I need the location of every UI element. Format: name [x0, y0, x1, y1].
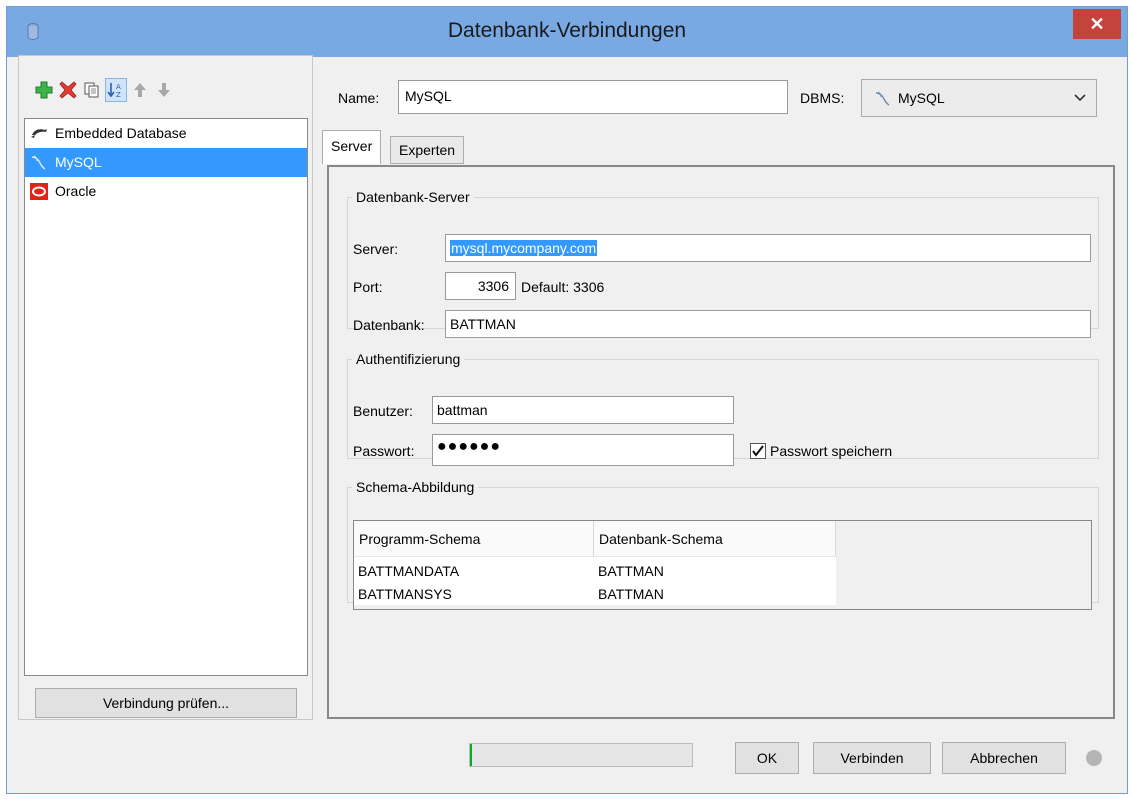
tab-server[interactable]: Server	[322, 130, 382, 164]
sort-az-icon[interactable]: AZ	[105, 78, 127, 102]
ok-button[interactable]: OK	[735, 742, 799, 774]
connect-button[interactable]: Verbinden	[813, 742, 931, 774]
server-label: Server:	[353, 241, 399, 257]
list-item-label: MySQL	[55, 154, 102, 170]
group-legend: Schema-Abbildung	[356, 479, 475, 495]
save-password-label: Passwort speichern	[770, 443, 893, 459]
group-legend: Authentifizierung	[356, 351, 461, 367]
delete-icon[interactable]	[57, 78, 79, 102]
table-cell: BATTMAN	[598, 563, 664, 579]
tab-experten[interactable]: Experten	[390, 136, 465, 164]
column-header-database-schema[interactable]: Datenbank-Schema	[594, 521, 836, 557]
password-label: Passwort:	[353, 443, 415, 459]
database-server-group: Datenbank-Server Server: mysql.mycompany…	[347, 189, 1099, 338]
checkmark-icon	[752, 445, 764, 457]
password-field[interactable]: ●●●●●●	[432, 434, 734, 466]
user-label: Benutzer:	[353, 403, 413, 419]
cancel-button[interactable]: Abbrechen	[942, 742, 1066, 774]
password-value: ●●●●●●	[437, 438, 501, 455]
server-value: mysql.mycompany.com	[450, 240, 598, 256]
save-password-checkbox[interactable]	[750, 443, 766, 459]
chevron-down-icon	[1074, 94, 1086, 102]
group-legend: Datenbank-Server	[356, 189, 470, 205]
close-button[interactable]: ✕	[1073, 9, 1121, 39]
list-item-embedded-database[interactable]: Embedded Database	[25, 119, 307, 148]
column-header-program-schema[interactable]: Programm-Schema	[354, 521, 594, 557]
schema-mapping-group: Schema-Abbildung Programm-Schema Datenba…	[347, 479, 1099, 610]
title-bar[interactable]: Datenbank-Verbindungen ✕	[7, 7, 1127, 57]
help-icon[interactable]	[1086, 750, 1102, 766]
port-default-text: Default: 3306	[521, 279, 605, 295]
move-down-icon[interactable]	[153, 78, 175, 102]
dbms-select[interactable]: MySQL	[861, 79, 1097, 117]
table-cell: BATTMAN	[598, 586, 664, 602]
table-cell: BATTMANDATA	[358, 563, 460, 579]
embedded-db-icon	[31, 129, 47, 138]
list-item-label: Oracle	[55, 183, 97, 199]
dbms-label: DBMS:	[800, 90, 845, 106]
add-icon[interactable]	[33, 78, 55, 102]
port-label: Port:	[353, 279, 383, 295]
svg-text:Z: Z	[116, 91, 121, 99]
mysql-icon	[875, 91, 890, 106]
progress-fill	[470, 744, 472, 766]
user-field[interactable]: battman	[432, 396, 734, 424]
list-item-label: Embedded Database	[55, 125, 187, 141]
list-item-mysql[interactable]: MySQL	[25, 148, 307, 177]
name-input[interactable]: MySQL	[398, 80, 788, 114]
schema-table-body: Programm-Schema Datenbank-Schema BATTMAN…	[354, 521, 836, 605]
database-label: Datenbank:	[353, 317, 425, 333]
test-connection-button[interactable]: Verbindung prüfen...	[35, 688, 297, 718]
port-field[interactable]: 3306	[445, 272, 516, 300]
copy-icon[interactable]	[81, 78, 103, 102]
name-label: Name:	[338, 90, 380, 106]
dbms-value: MySQL	[898, 90, 945, 106]
table-cell: BATTMANSYS	[358, 586, 452, 602]
database-field[interactable]: BATTMAN	[445, 310, 1091, 338]
oracle-icon	[30, 183, 48, 200]
server-field[interactable]: mysql.mycompany.com	[445, 234, 1091, 262]
schema-table[interactable]: Programm-Schema Datenbank-Schema BATTMAN…	[353, 520, 1092, 610]
server-tab-panel: Datenbank-Server Server: mysql.mycompany…	[327, 165, 1115, 719]
svg-text:A: A	[116, 83, 121, 91]
move-up-icon[interactable]	[129, 78, 151, 102]
connections-panel: AZ Embedded Database MySQL Oracle Verbin…	[18, 55, 313, 720]
connections-list[interactable]: Embedded Database MySQL Oracle	[24, 118, 308, 676]
window-title: Datenbank-Verbindungen	[447, 19, 687, 42]
list-item-oracle[interactable]: Oracle	[25, 177, 307, 206]
authentication-group: Authentifizierung Benutzer: battman Pass…	[347, 351, 1099, 466]
progress-bar	[469, 743, 693, 767]
mysql-icon	[31, 155, 46, 170]
